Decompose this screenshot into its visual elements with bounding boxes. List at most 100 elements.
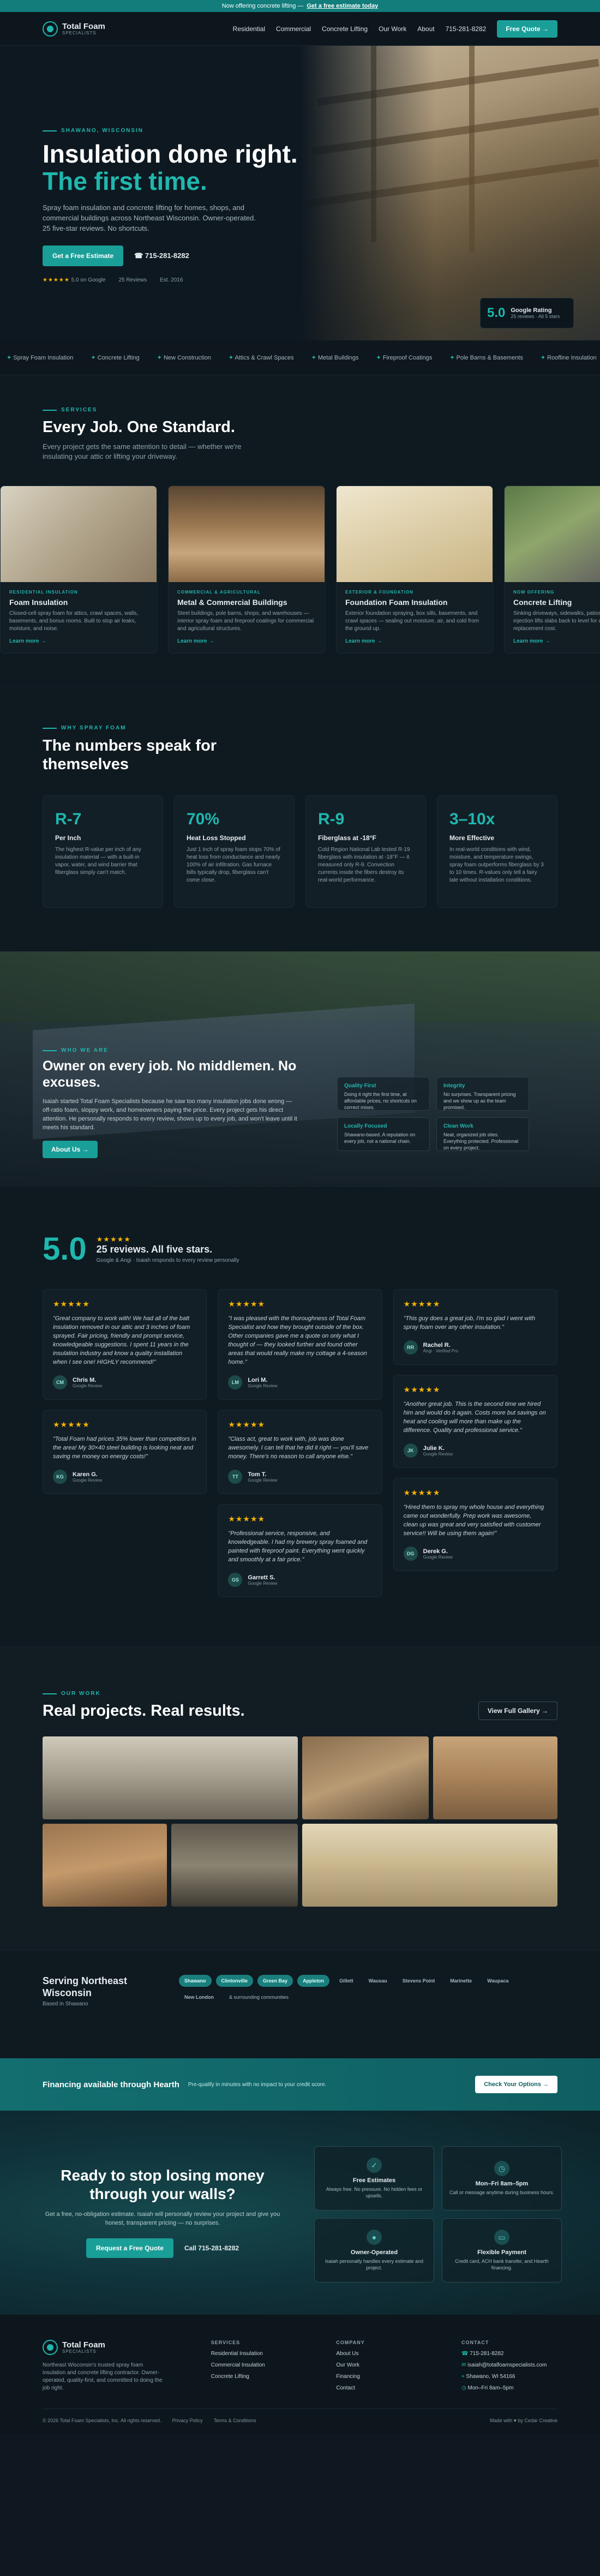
projects-title: Real projects. Real results. [43, 1702, 245, 1720]
area-chip: & surrounding communities [229, 1994, 289, 2000]
nav-commercial[interactable]: Commercial [276, 25, 311, 33]
footer-link[interactable]: Concrete Lifting [211, 2374, 293, 2380]
service-learn-more[interactable]: Learn more → [177, 638, 316, 644]
service-card-foam[interactable]: RESIDENTIAL INSULATION Foam Insulation C… [0, 486, 157, 654]
area-chip: Waupaca [487, 1978, 509, 1984]
hero-review-count: 25 Reviews [118, 277, 147, 283]
footer-link[interactable]: Our Work [336, 2362, 418, 2368]
service-area: Serving Northeast Wisconsin Based in Sha… [0, 1950, 600, 2031]
stars-icon: ★★★★★ [228, 1514, 266, 1523]
footer-contact: ✉ isaiah@totalfoamspecialists.com [461, 2362, 547, 2368]
stat-title: Heat Loss Stopped [187, 834, 246, 842]
footer-logo[interactable]: Total Foam SPECIALISTS [43, 2340, 167, 2355]
avatar: LM [228, 1375, 243, 1389]
gallery-photo[interactable] [171, 1824, 298, 1907]
hero-image-fade [300, 46, 600, 340]
about-us-button[interactable]: About Us → [43, 1141, 98, 1158]
gallery-photo[interactable] [433, 1736, 557, 1819]
feature-desc: Call or message anytime during business … [449, 2190, 555, 2195]
service-card-metal[interactable]: COMMERCIAL & AGRICULTURAL Metal & Commer… [168, 486, 325, 654]
review-quote: "Professional service, responsive, and k… [228, 1530, 368, 1563]
gallery-photo[interactable] [302, 1736, 429, 1819]
review-quote: "Class act, great to work with, job was … [228, 1436, 369, 1460]
cta-description: Get a free, no-obligation estimate. Isai… [45, 2211, 280, 2226]
stat-card: R-9 Fiberglass at -18°F Cold Region Nati… [305, 795, 426, 908]
logo[interactable]: Total Foam SPECIALISTS [43, 21, 105, 37]
value-title: Clean Work [443, 1123, 473, 1129]
nav-about[interactable]: About [417, 25, 434, 33]
view-gallery-button[interactable]: View Full Gallery → [478, 1702, 557, 1720]
stars-icon: ★★★★★ [228, 1420, 266, 1429]
stat-title: Per Inch [55, 834, 81, 842]
stat-title: More Effective [449, 834, 495, 842]
service-learn-more[interactable]: Learn more → [345, 638, 484, 644]
announcement-link[interactable]: Get a free estimate today [307, 3, 378, 9]
footer-link[interactable]: About Us [336, 2351, 418, 2357]
cta-phone-link[interactable]: Call 715-281-8282 [184, 2244, 239, 2252]
reviews-grid: ★★★★★ "Great company to work with! We ha… [43, 1289, 557, 1597]
numbers-eyebrow: WHY SPRAY FOAM [43, 725, 557, 731]
hero: SHAWANO, WISCONSIN Insulation done right… [0, 46, 600, 340]
announcement-bar: Now offering concrete lifting — Get a fr… [0, 0, 600, 12]
avatar: GS [228, 1573, 243, 1587]
review-card: ★★★★★ "Another great job. This is the se… [393, 1375, 557, 1468]
value-card: Quality First Doing it right the first t… [337, 1077, 430, 1111]
terms-link[interactable]: Terms & Conditions [214, 2418, 256, 2423]
review-quote: "Another great job. This is the second t… [403, 1401, 546, 1434]
stat-title: Fiberglass at -18°F [318, 834, 376, 842]
gallery-photo[interactable] [43, 1824, 167, 1907]
value-card: Locally Focused Shawano-based. A reputat… [337, 1117, 430, 1151]
stars-icon: ★★★★★ [96, 1235, 131, 1243]
marquee-item: New Construction [157, 354, 211, 361]
review-source: Angi · Verified Pro [423, 1348, 459, 1353]
request-quote-button[interactable]: Request a Free Quote [86, 2238, 173, 2258]
hero-description: Spray foam insulation and concrete lifti… [43, 203, 256, 232]
footer-link[interactable]: Financing [336, 2374, 418, 2380]
footer-link[interactable]: Residential Insulation [211, 2351, 293, 2357]
service-title: Foam Insulation [9, 598, 68, 607]
marquee-item: Spray Foam Insulation [7, 354, 73, 361]
service-tag: EXTERIOR & FOUNDATION [345, 590, 413, 595]
hero-phone-link[interactable]: ☎ 715-281-8282 [134, 251, 189, 260]
value-title: Locally Focused [344, 1123, 387, 1129]
stat-card: 70% Heat Loss Stopped Just 1 inch of spr… [174, 795, 295, 908]
gallery-photo[interactable] [43, 1736, 298, 1819]
footer-link[interactable]: Commercial Insulation [211, 2362, 293, 2368]
review-card: ★★★★★ "Total Foam had prices 35% lower t… [43, 1410, 207, 1494]
nav-residential[interactable]: Residential [233, 25, 265, 33]
service-card-concrete[interactable]: NOW OFFERING Concrete Lifting Sinking dr… [504, 486, 600, 654]
hero-content: SHAWANO, WISCONSIN Insulation done right… [43, 128, 299, 283]
service-learn-more[interactable]: Learn more → [513, 638, 600, 644]
nav-concrete-lifting[interactable]: Concrete Lifting [322, 25, 368, 33]
about-content: WHO WE ARE Owner on every job. No middle… [43, 1047, 315, 1158]
gallery-photo[interactable] [302, 1824, 557, 1907]
services-title: Every Job. One Standard. [43, 418, 235, 436]
value-card: Clean Work Neat, organized job sites. Ev… [436, 1117, 529, 1151]
review-source: Google Review [423, 1451, 453, 1457]
privacy-link[interactable]: Privacy Policy [172, 2418, 203, 2423]
stat-desc: The highest R-value per inch of any insu… [55, 847, 141, 876]
hero-eyebrow: SHAWANO, WISCONSIN [43, 128, 299, 134]
area-chip: Gillett [339, 1978, 353, 1984]
brand-name: Total Foam [62, 2340, 105, 2350]
review-card: ★★★★★ "Class act, great to work with, jo… [218, 1410, 382, 1494]
area-chip: New London [184, 1994, 214, 2000]
nav-our-work[interactable]: Our Work [379, 25, 406, 33]
footer-about: Northeast Wisconsin's trusted spray foam… [43, 2362, 163, 2391]
review-source: Google Review [248, 1383, 278, 1388]
free-quote-button[interactable]: Free Quote → [497, 20, 557, 38]
check-options-button[interactable]: Check Your Options → [475, 2076, 557, 2093]
service-image [1, 486, 157, 582]
hero-meta: ★★★★★ 5.0 on Google 25 Reviews Est. 2016 [43, 277, 299, 283]
avatar: DG [403, 1547, 418, 1561]
marquee-item: Concrete Lifting [91, 354, 140, 361]
service-card-foundation[interactable]: EXTERIOR & FOUNDATION Foundation Foam In… [336, 486, 493, 654]
cta-features: ✓ Free Estimates Always free. No pressur… [314, 2146, 562, 2283]
hero-ctas: Get a Free Estimate ☎ 715-281-8282 [43, 245, 299, 266]
nav-phone[interactable]: 715-281-8282 [446, 25, 487, 33]
service-learn-more[interactable]: Learn more → [9, 638, 148, 644]
area-chip: Clintonville [215, 1975, 254, 1987]
get-estimate-button[interactable]: Get a Free Estimate [43, 245, 124, 266]
footer-link[interactable]: Contact [336, 2385, 418, 2391]
stat-value: 70% [187, 810, 220, 828]
